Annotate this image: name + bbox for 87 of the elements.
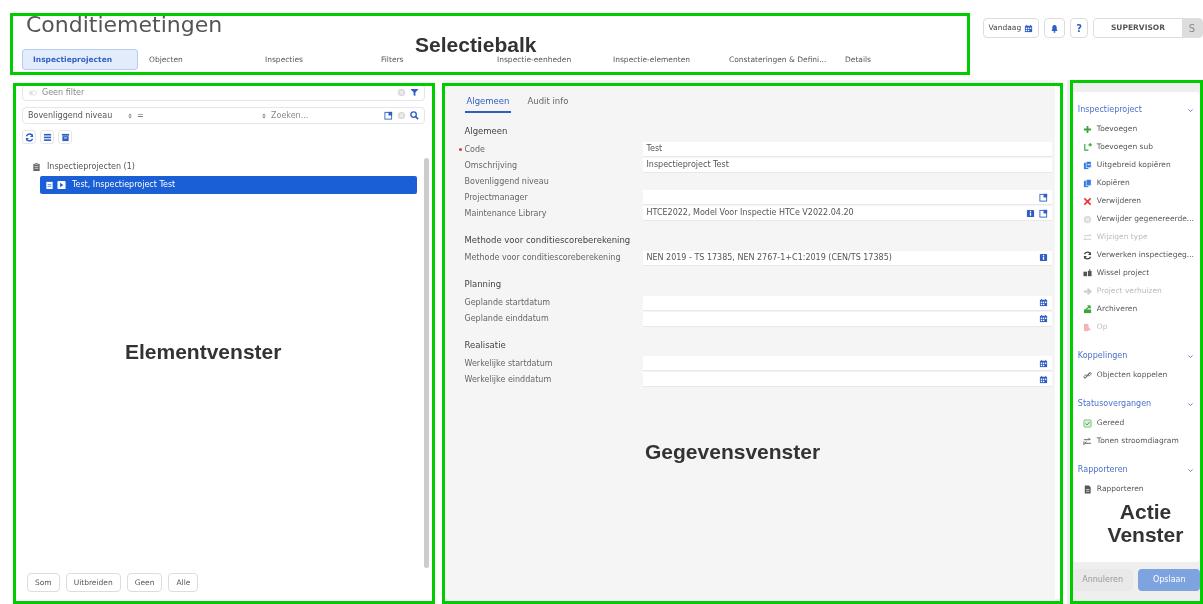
lookup-icon[interactable] — [1038, 208, 1048, 218]
play-icon — [57, 180, 66, 190]
field-label: Bovenliggend niveau — [463, 175, 550, 188]
field-label: Methode voor conditiescoreberekening — [463, 252, 622, 265]
arrow-right-icon — [1082, 286, 1092, 296]
archive-arrow-icon — [1082, 304, 1092, 314]
filter-placeholder: Geen filter — [42, 86, 86, 99]
info-icon — [1038, 253, 1048, 263]
field-label: Omschrijving — [463, 159, 519, 172]
refresh-icon — [1082, 250, 1092, 260]
section-title: Planning — [464, 278, 503, 291]
close-icon — [1082, 196, 1092, 206]
toolbar-button[interactable] — [22, 130, 36, 144]
switch-icon — [1082, 268, 1092, 278]
group-title[interactable]: Statusovergangen — [1077, 398, 1152, 410]
swap-arrows-icon — [1082, 232, 1092, 242]
annotation-label: Elementvenster — [125, 340, 282, 364]
clear-icon — [1082, 214, 1092, 224]
field-label: Werkelijke einddatum — [463, 373, 553, 386]
refresh-icon — [24, 132, 34, 142]
input-field[interactable] — [642, 190, 1052, 205]
filter-icon[interactable] — [409, 88, 419, 97]
clipboard-icon — [32, 162, 41, 172]
tree-group-label[interactable]: Inspectieprojecten (1) — [47, 161, 135, 173]
calendar-icon — [1038, 314, 1048, 323]
user-avatar: S — [1182, 19, 1202, 37]
field-label: Projectmanager — [463, 191, 529, 204]
help-button[interactable]: ? — [1070, 18, 1088, 38]
tab[interactable]: Algemeen — [464, 95, 512, 113]
field-label: Geplande startdatum — [463, 297, 552, 309]
notifications-button[interactable] — [1044, 18, 1066, 38]
toggle-icon — [28, 88, 38, 97]
group-title[interactable]: Koppelingen — [1077, 350, 1128, 362]
link-icon — [1082, 370, 1092, 380]
document-icon — [1082, 484, 1092, 494]
input-field[interactable]: HTCE2022, Model Voor Inspectie HTCe V2022.04.20 — [642, 206, 1052, 221]
field-value: NEN 2019 - TS 17385, NEN 2767-1+C1:2019 (CEN/TS 17385) — [646, 251, 893, 264]
add-child-icon — [1082, 142, 1092, 152]
scrollbar[interactable] — [423, 158, 429, 568]
lookup-icon[interactable] — [1038, 192, 1048, 202]
toolbar-button[interactable] — [40, 130, 54, 144]
field-label: Geplande einddatum — [463, 313, 550, 325]
field-value: Inspectieproject Test — [646, 159, 730, 171]
required-dot — [458, 147, 462, 151]
calendar-icon — [1038, 374, 1048, 384]
field-label: Code — [457, 143, 643, 156]
field-label: Maintenance Library — [463, 207, 548, 220]
list-icon — [42, 132, 52, 142]
group-title[interactable]: Rapporteren — [1077, 464, 1128, 476]
arrow-icon — [1082, 322, 1092, 332]
copy-icon — [1082, 178, 1092, 188]
group-title[interactable]: Inspectieproject — [1077, 104, 1142, 116]
page-title: Conditiemetingen — [26, 14, 224, 36]
toolbar-button[interactable] — [58, 130, 72, 144]
field-value: HTCE2022, Model Voor Inspectie HTCe V2022.04.20 — [646, 207, 855, 219]
bell-icon — [1050, 23, 1060, 33]
clipboard-icon — [45, 180, 54, 190]
section-title: Methode voor conditiescoreberekening — [464, 233, 632, 247]
input-field[interactable] — [642, 356, 1052, 372]
input-field[interactable] — [642, 311, 1052, 327]
calendar-icon — [1024, 23, 1034, 33]
input-field[interactable]: Test — [642, 142, 1052, 157]
input-field[interactable]: NEN 2019 - TS 17385, NEN 2767-1+C1:2019 (CEN/TS 17385) — [642, 250, 1052, 266]
tab[interactable]: Audit info — [525, 95, 571, 113]
calendar-icon — [1038, 358, 1048, 368]
input-field[interactable] — [642, 295, 1052, 311]
annotation-label: Actie Venster — [1106, 500, 1185, 547]
info-icon — [1025, 208, 1035, 218]
flow-icon — [1082, 436, 1092, 446]
checkbox-icon — [1082, 418, 1092, 428]
section-title: Algemeen — [464, 124, 509, 138]
tree-item[interactable]: Test, Inspectieproject Test — [40, 176, 417, 194]
section-title: Realisatie — [464, 339, 507, 352]
chevron-down-icon[interactable] — [1187, 106, 1194, 114]
calendar-icon — [1038, 298, 1048, 307]
copy-icon — [1082, 160, 1092, 170]
annotation-label: Selectiebalk — [415, 33, 537, 56]
input-field[interactable]: Inspectieproject Test — [642, 158, 1052, 173]
plus-icon — [1082, 124, 1092, 134]
chevron-down-icon[interactable] — [1187, 466, 1194, 474]
chevron-down-icon[interactable] — [1187, 400, 1194, 408]
annotation-label: Gegevensvenster — [645, 440, 821, 464]
field-label: Werkelijke startdatum — [463, 357, 554, 370]
chevron-down-icon[interactable] — [1187, 352, 1194, 360]
field-value: Test — [646, 143, 664, 155]
archive-icon — [60, 132, 70, 142]
input-field[interactable] — [642, 372, 1052, 388]
